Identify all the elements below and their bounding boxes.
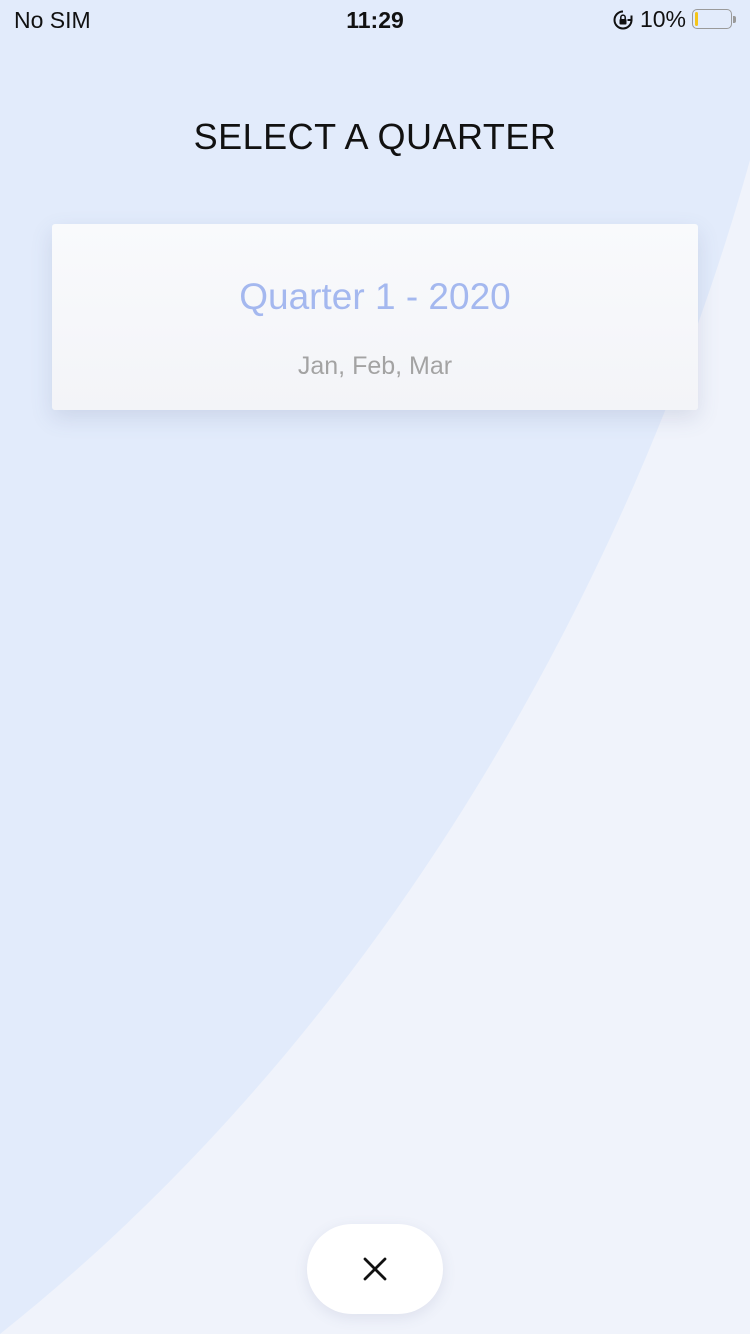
rotation-lock-icon <box>613 10 633 29</box>
close-button[interactable] <box>307 1224 443 1314</box>
quarter-card[interactable]: Quarter 1 - 2020 Jan, Feb, Mar <box>52 224 698 410</box>
close-icon <box>363 1257 387 1281</box>
status-indicators: 10% <box>612 6 736 33</box>
quarter-months: Jan, Feb, Mar <box>297 352 453 380</box>
background-curve <box>0 0 750 1334</box>
battery-tip <box>733 15 736 23</box>
quarter-title: Quarter 1 - 2020 <box>239 276 511 317</box>
status-bar: No SIM 11:29 10% <box>0 0 750 40</box>
battery-body <box>692 8 732 29</box>
battery-level <box>695 11 698 26</box>
page-title: SELECT A QUARTER <box>193 116 557 157</box>
battery-icon <box>692 8 736 31</box>
battery-percent: 10% <box>639 6 686 32</box>
